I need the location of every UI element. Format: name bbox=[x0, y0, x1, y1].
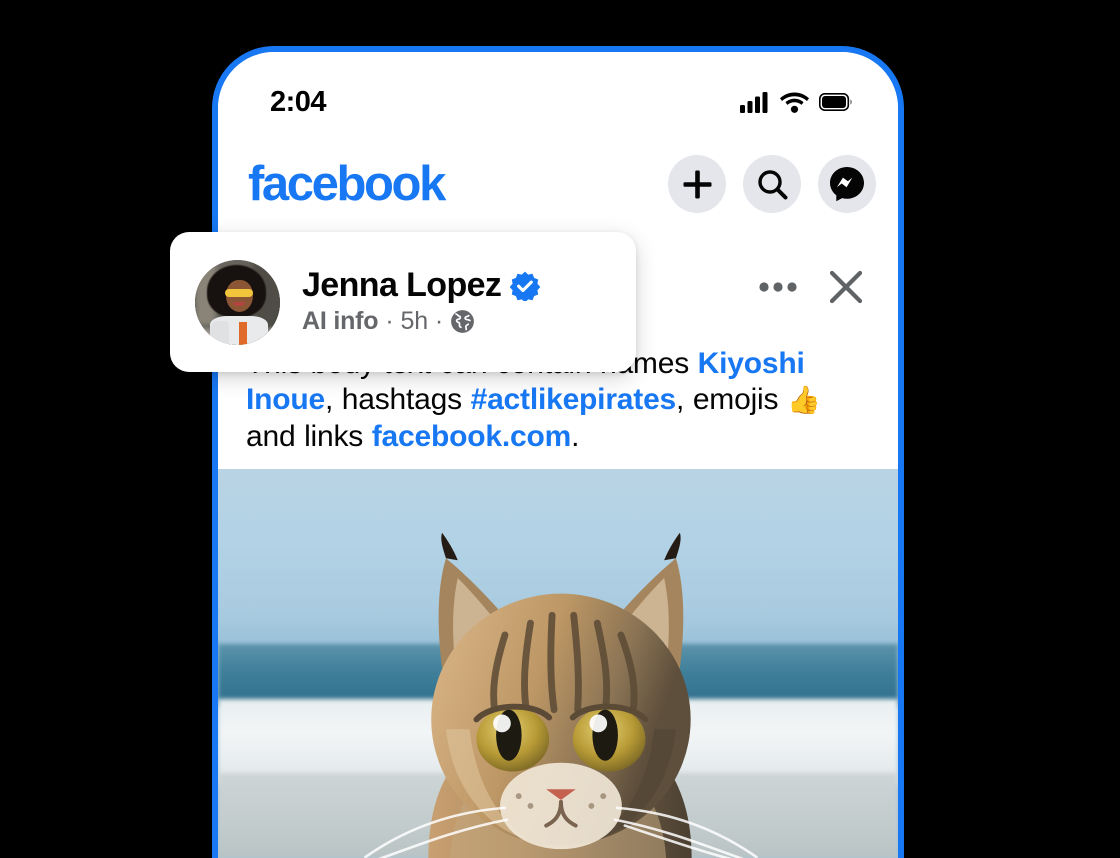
post-menu-button[interactable] bbox=[758, 280, 798, 298]
messenger-button[interactable] bbox=[818, 155, 876, 213]
thumbs-up-emoji: 👍 bbox=[786, 385, 821, 416]
phone-screen: 2:04 facebook names Kiyoshi Inoue, hasht… bbox=[218, 52, 898, 858]
post-metadata: AI info · 5h · bbox=[302, 307, 540, 336]
post-actions bbox=[758, 269, 872, 310]
post-text-segment-3: , emojis bbox=[676, 383, 787, 417]
status-bar: 2:04 bbox=[218, 52, 898, 134]
avatar[interactable] bbox=[195, 259, 280, 345]
author-name-row: Jenna Lopez bbox=[302, 267, 541, 304]
search-icon bbox=[757, 169, 787, 199]
battery-icon bbox=[819, 93, 852, 111]
messenger-icon bbox=[830, 167, 864, 202]
wifi-icon bbox=[780, 92, 809, 113]
phone-frame: 2:04 facebook names Kiyoshi Inoue, hasht… bbox=[212, 46, 904, 858]
globe-icon[interactable] bbox=[450, 309, 475, 334]
post-text-segment-4: and links bbox=[246, 419, 372, 453]
screenshot-stage: 2:04 facebook names Kiyoshi Inoue, hasht… bbox=[0, 0, 1120, 858]
post-timestamp: 5h bbox=[400, 307, 429, 336]
ai-info-label[interactable]: AI info bbox=[302, 307, 379, 336]
search-button[interactable] bbox=[743, 155, 801, 213]
meta-separator-2: · bbox=[434, 307, 444, 336]
avatar-arm bbox=[210, 320, 229, 345]
close-icon bbox=[829, 270, 863, 303]
post-text-segment-5: . bbox=[571, 419, 580, 453]
cellular-signal-icon bbox=[740, 91, 768, 113]
avatar-scarf bbox=[239, 322, 247, 345]
ellipsis-icon bbox=[759, 282, 797, 292]
post-close-button[interactable] bbox=[828, 269, 864, 310]
status-bar-time: 2:04 bbox=[270, 85, 327, 118]
post-hashtag-link[interactable]: #actlikepirates bbox=[471, 383, 677, 416]
status-bar-icons bbox=[740, 91, 852, 113]
plus-icon bbox=[683, 170, 711, 198]
verified-badge-icon bbox=[510, 271, 541, 301]
facebook-wordmark[interactable]: facebook bbox=[248, 159, 446, 209]
avatar-sunglasses bbox=[224, 289, 253, 297]
post-url-link[interactable]: facebook.com bbox=[372, 420, 572, 453]
author-info: Jenna Lopez AI info · 5h · bbox=[302, 267, 541, 337]
header-actions bbox=[668, 155, 876, 213]
author-overlay-card[interactable]: Jenna Lopez AI info · 5h · bbox=[170, 232, 636, 372]
post-text-segment-2: , hashtags bbox=[325, 383, 471, 417]
author-name[interactable]: Jenna Lopez bbox=[302, 267, 502, 304]
app-header: facebook bbox=[218, 134, 898, 234]
meta-separator-1: · bbox=[385, 307, 394, 336]
post-photo[interactable] bbox=[218, 468, 898, 858]
cat-illustration bbox=[364, 532, 758, 858]
create-post-button[interactable] bbox=[668, 155, 726, 213]
